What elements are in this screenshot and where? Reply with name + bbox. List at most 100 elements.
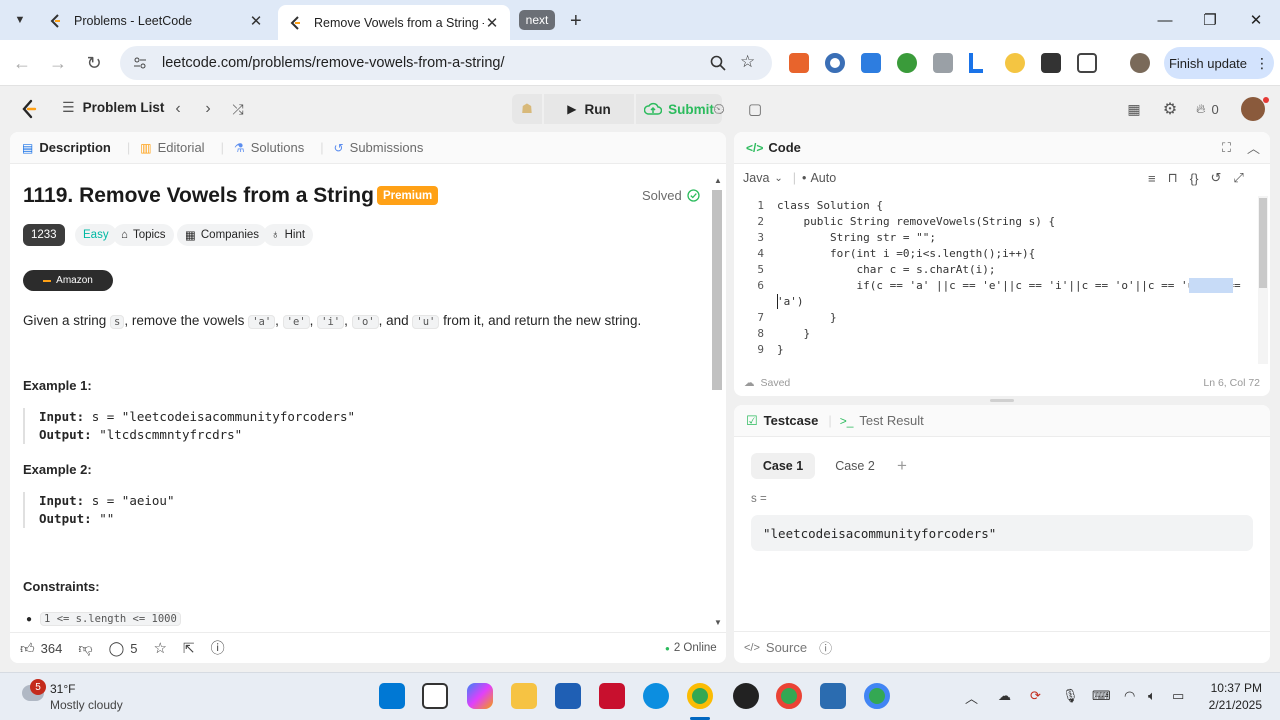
tab-test-result[interactable]: >_ Test Result [840, 413, 924, 428]
companies-chip[interactable]: ▦ Companies [177, 224, 268, 246]
battery-icon[interactable]: ▭ [1172, 688, 1184, 704]
run-button[interactable]: ▶ Run [544, 94, 634, 124]
tab-problems[interactable]: Problems - LeetCode ✕ [38, 6, 274, 36]
finish-update-button[interactable]: Finish update ⋮ [1164, 47, 1274, 79]
tab-close-icon[interactable]: ✕ [248, 13, 264, 30]
keyboard-icon[interactable]: ⌨ [1092, 688, 1111, 704]
mcafee-icon[interactable] [599, 683, 625, 709]
source-button[interactable]: Source [766, 640, 807, 655]
profile-avatar[interactable] [1130, 53, 1150, 73]
add-case-icon[interactable]: + [892, 453, 912, 479]
chrome-profile-2-icon[interactable] [864, 683, 890, 709]
edge-icon[interactable] [643, 683, 669, 709]
extension-chart-icon[interactable] [789, 53, 809, 73]
hint-chip[interactable]: ♁ Hint [263, 224, 314, 246]
start-windows-icon[interactable] [379, 683, 405, 709]
notes-icon[interactable]: ▢ [740, 94, 770, 124]
reset-icon[interactable]: ↺ [1210, 170, 1221, 186]
search-icon[interactable] [710, 55, 726, 71]
feedback-button[interactable]: ⓘ [211, 638, 225, 658]
reload-icon[interactable]: ↻ [82, 51, 106, 75]
help-icon[interactable]: ⓘ [819, 638, 832, 657]
extension-circle-icon[interactable] [825, 53, 845, 73]
forward-icon[interactable]: → [46, 51, 70, 75]
bookmark-icon[interactable]: ⊓ [1168, 170, 1178, 186]
fullscreen-icon[interactable]: ⤢ [1233, 170, 1243, 186]
site-info-icon[interactable] [132, 55, 148, 71]
notepad-icon[interactable] [820, 683, 846, 709]
temperature[interactable]: 31°F [50, 682, 75, 696]
format-icon[interactable]: ≡ [1148, 171, 1156, 186]
sync-icon[interactable]: ⟳ [1030, 688, 1041, 704]
close-window-icon[interactable]: ✕ [1244, 8, 1268, 32]
extension-slash-icon[interactable] [933, 53, 953, 73]
company-tag[interactable]: Amazon [23, 270, 113, 291]
extensions-puzzle-icon[interactable] [1077, 53, 1097, 73]
clock-time[interactable]: 10:37 PM [1210, 681, 1262, 695]
tab-testcase[interactable]: ☑ Testcase [746, 413, 818, 429]
shuffle-icon[interactable]: ⤮ [224, 95, 252, 123]
editor-scrollbar-thumb[interactable] [1259, 198, 1267, 288]
panel-resize-handle[interactable] [990, 399, 1014, 402]
back-icon[interactable]: ← [10, 51, 34, 75]
minimize-icon[interactable]: — [1153, 8, 1177, 32]
language-select[interactable]: Java [743, 171, 769, 185]
chrome-active-icon[interactable] [687, 683, 713, 709]
volume-icon[interactable]: 🔈︎ [1148, 688, 1156, 704]
obs-icon[interactable] [733, 683, 759, 709]
editor-scrollbar[interactable] [1258, 196, 1268, 364]
chrome-profile-icon[interactable] [776, 683, 802, 709]
clock-date[interactable]: 2/21/2025 [1200, 698, 1262, 712]
code-editor[interactable]: 1 2 3 4 5 6 7 8 9 class Solution { publi… [734, 196, 1270, 364]
bookmark-star-icon[interactable]: ☆ [740, 52, 755, 72]
collapse-chevron-icon[interactable]: ︿ [1247, 138, 1260, 157]
case-2-tab[interactable]: Case 2 [823, 453, 887, 479]
tab-group-chip[interactable]: next [519, 10, 555, 30]
extension-globe-icon[interactable] [897, 53, 917, 73]
case-1-tab[interactable]: Case 1 [751, 453, 815, 479]
show-hidden-icons[interactable]: ︿ [965, 688, 978, 707]
file-explorer-icon[interactable] [511, 683, 537, 709]
tab-close-icon[interactable]: ✕ [484, 15, 500, 32]
favorite-button[interactable]: ☆ [153, 639, 166, 657]
problem-list-button[interactable]: ☰ Problem List [62, 99, 164, 116]
dislike-button[interactable]: 👎︎ [78, 640, 92, 657]
copilot-icon[interactable] [467, 683, 493, 709]
streak-counter[interactable]: 🔥︎ 0 [1196, 101, 1219, 117]
layout-grid-icon[interactable]: ▦ [1120, 95, 1148, 123]
wifi-icon[interactable]: ◠ [1124, 688, 1135, 704]
tab-search-chevron-icon[interactable]: ▼ [10, 10, 30, 30]
like-button[interactable]: 👍︎ 364 [20, 640, 62, 657]
scrollbar-thumb[interactable] [712, 190, 722, 390]
description-scrollbar[interactable]: ▲ ▼ [711, 176, 723, 630]
tab-description[interactable]: ▤ Description [22, 140, 111, 155]
scroll-down-icon[interactable]: ▼ [714, 618, 722, 627]
next-problem-icon[interactable]: › [194, 95, 222, 123]
extension-glasses-icon[interactable] [1005, 53, 1025, 73]
topics-chip[interactable]: ⌂ Topics [113, 224, 174, 246]
debug-icon[interactable]: ☗ [512, 94, 542, 124]
weather-condition[interactable]: Mostly cloudy [50, 698, 123, 712]
leetcode-logo-icon[interactable] [20, 99, 38, 119]
auto-mode-label[interactable]: Auto [810, 171, 836, 185]
url-bar[interactable]: leetcode.com/problems/remove-vowels-from… [120, 46, 772, 80]
settings-gear-icon[interactable]: ⚙ [1156, 95, 1184, 123]
tab-editorial[interactable]: ▥ Editorial [140, 140, 204, 155]
tab-remove-vowels[interactable]: Remove Vowels from a String - ✕ [278, 5, 510, 40]
tab-submissions[interactable]: ↺ Submissions [334, 140, 424, 155]
onedrive-icon[interactable]: ☁ [998, 688, 1011, 704]
braces-icon[interactable]: {} [1190, 171, 1199, 186]
tab-solutions[interactable]: ⚗ Solutions [234, 140, 304, 155]
user-avatar[interactable] [1241, 97, 1265, 121]
store-icon[interactable] [555, 683, 581, 709]
microphone-icon[interactable]: 🎙︎ [1062, 688, 1079, 704]
extension-dark-icon[interactable] [1041, 53, 1061, 73]
new-tab-icon[interactable]: + [570, 10, 582, 33]
extension-l-icon[interactable] [969, 53, 983, 73]
maximize-icon[interactable]: ⛶ [1222, 140, 1231, 156]
scroll-up-icon[interactable]: ▲ [714, 176, 722, 185]
testcase-input[interactable]: "leetcodeisacommunityforcoders" [751, 515, 1253, 551]
task-view-icon[interactable] [422, 683, 448, 709]
comments-button[interactable]: ◯ 5 [109, 640, 138, 657]
prev-problem-icon[interactable]: ‹ [164, 95, 192, 123]
